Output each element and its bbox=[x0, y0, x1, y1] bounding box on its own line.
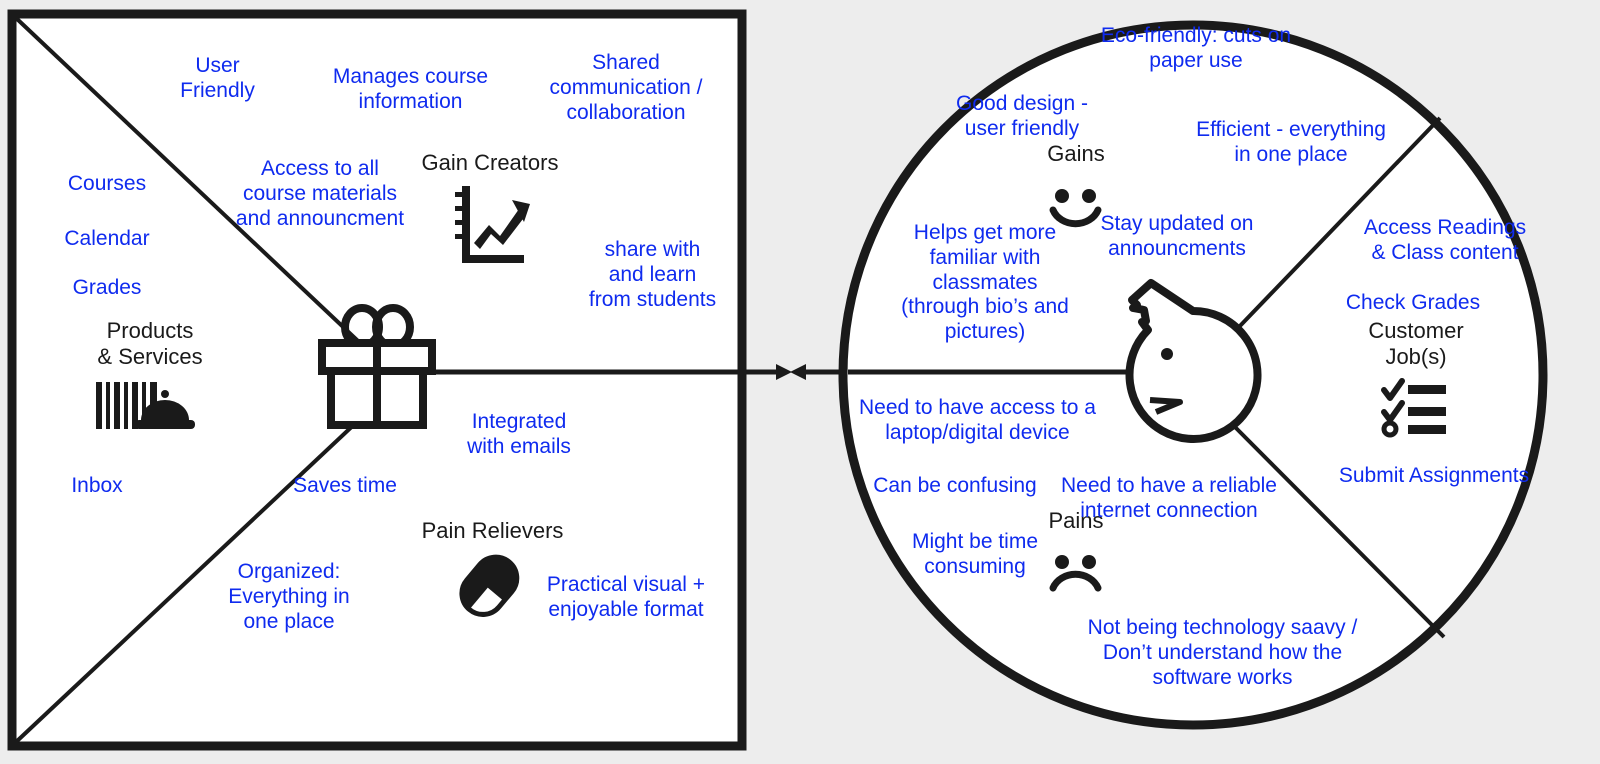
value-proposition-canvas: Gain Creators Products & Services Pain R… bbox=[0, 0, 1600, 764]
canvas-graphics bbox=[7, 9, 1548, 751]
